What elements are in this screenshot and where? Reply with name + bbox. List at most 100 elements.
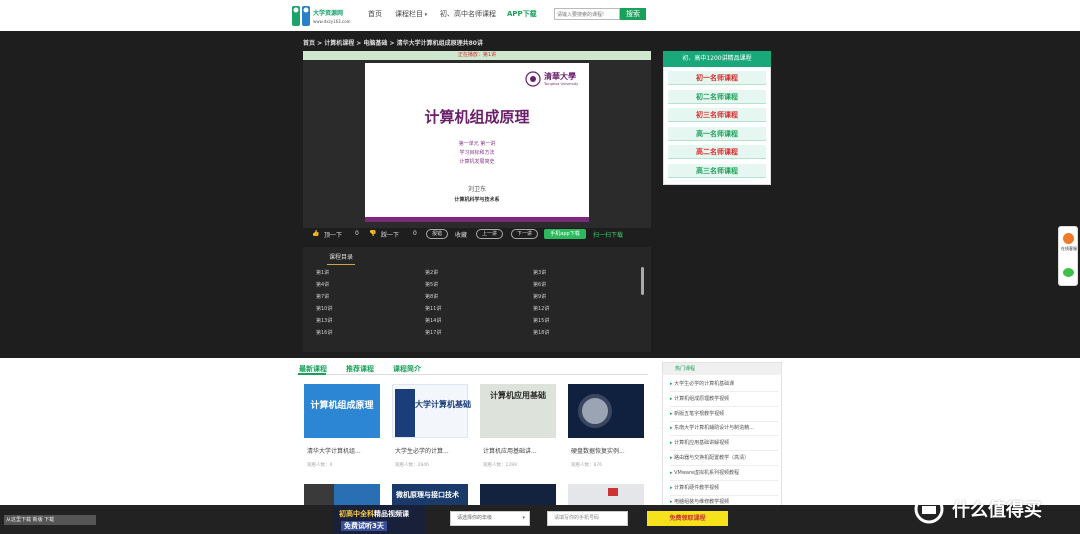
- course-title[interactable]: 大学生必学的计算...: [395, 446, 468, 455]
- course-card[interactable]: 计算机组成原理 清华大学计算机组... 观看人数：0: [304, 384, 380, 474]
- lesson-item[interactable]: 第17讲: [425, 329, 441, 336]
- k12-course-button[interactable]: 初一名师课程: [668, 71, 766, 85]
- slide-line-1: 第一单元 第一讲: [458, 141, 496, 147]
- lesson-item[interactable]: 第2讲: [425, 269, 438, 276]
- nav-columns[interactable]: 课程栏目 ▾: [395, 9, 427, 19]
- hot-course-title[interactable]: 路由器与交换机配置教学（高清）: [674, 455, 749, 461]
- tab-recommended[interactable]: 推荐课程: [346, 364, 374, 374]
- course-title[interactable]: 清华大学计算机组...: [307, 446, 380, 455]
- lesson-item[interactable]: 第15讲: [533, 317, 549, 324]
- hot-course-title[interactable]: 新版五笔字根教学视频: [674, 411, 724, 417]
- course-thumbnail: 大学计算机基础: [392, 384, 471, 438]
- hot-course-title[interactable]: 东南大学计算机辅助设计与制造精...: [674, 425, 754, 431]
- claim-course-button[interactable]: 免费领取课程: [647, 511, 728, 526]
- prev-lesson-button[interactable]: 上一讲: [476, 229, 503, 239]
- hot-course-title[interactable]: 大学生必学的计算机基础课: [674, 381, 734, 387]
- course-card[interactable]: 计算机应用基础 计算机应用基础讲... 观看人数：1289: [480, 384, 556, 474]
- course-card[interactable]: [568, 484, 644, 506]
- lesson-item[interactable]: 第7讲: [316, 293, 329, 300]
- logo-title: 大学资源网: [313, 10, 344, 17]
- k12-course-button[interactable]: 初三名师课程: [668, 108, 766, 123]
- hot-course-item[interactable]: ▸ 计算机组成原理教学视频: [670, 393, 778, 407]
- promo-line-1: 初高中全科精品视频课: [339, 509, 409, 519]
- lesson-item[interactable]: 第12讲: [533, 305, 549, 312]
- lesson-item[interactable]: 第8讲: [425, 293, 438, 300]
- search-input[interactable]: 请输入要搜索的课程!: [554, 8, 620, 20]
- course-card[interactable]: 硬盘数据恢复实例... 观看人数：876: [568, 384, 644, 474]
- tab-intro[interactable]: 课程简介: [393, 364, 421, 374]
- now-playing-bar: 正在播放：第1讲: [303, 51, 651, 60]
- course-title[interactable]: 计算机应用基础讲...: [483, 446, 556, 455]
- course-views: 观看人数：0: [307, 463, 333, 468]
- k12-course-button[interactable]: 高三名师课程: [668, 164, 766, 178]
- slide-logo-text: 清華大學: [544, 72, 576, 81]
- tab-active-indicator: [298, 373, 326, 375]
- wechat-icon[interactable]: [1063, 268, 1074, 277]
- nav-k12[interactable]: 初、高中名师课程: [440, 9, 496, 19]
- thumb-text: 计算机组成原理: [310, 401, 374, 411]
- promo-banner[interactable]: 初高中全科精品视频课 免费试听3天: [333, 505, 425, 534]
- promo-highlight: 初高中全科: [339, 510, 374, 518]
- hot-course-item[interactable]: ▸ 计算机应用基础讲解视频: [670, 437, 778, 452]
- course-card[interactable]: 微机原理与接口技术: [392, 484, 468, 506]
- next-lesson-button[interactable]: 下一讲: [511, 229, 538, 239]
- scan-download-link[interactable]: 扫一扫下载: [593, 230, 623, 239]
- app-download-button[interactable]: 手机app下载: [544, 229, 586, 239]
- bottom-left-download[interactable]: 从这里下载 新版 下载: [4, 515, 96, 525]
- chat-icon[interactable]: [1063, 233, 1074, 244]
- course-card[interactable]: [480, 484, 556, 506]
- k12-course-button[interactable]: 初二名师课程: [668, 89, 766, 104]
- hot-course-item[interactable]: ▸ 大学生必学的计算机基础课: [670, 378, 778, 392]
- k12-course-button[interactable]: 高一名师课程: [668, 126, 766, 141]
- hot-course-title[interactable]: 计算机应用基础讲解视频: [674, 440, 729, 446]
- lesson-item[interactable]: 第9讲: [533, 293, 546, 300]
- lesson-item[interactable]: 第3讲: [533, 269, 546, 276]
- hot-course-item[interactable]: ▸ 新版五笔字根教学视频: [670, 408, 778, 422]
- lesson-item[interactable]: 第5讲: [425, 281, 438, 288]
- catalog-scrollbar[interactable]: [641, 267, 644, 295]
- phone-input[interactable]: 请填写你的手机号码: [547, 511, 628, 526]
- hot-course-item[interactable]: ▸ VMware虚拟机系列视频教程: [670, 467, 778, 481]
- course-title[interactable]: 硬盘数据恢复实例...: [571, 446, 644, 455]
- logo-url: www.dxzy163.com: [313, 19, 351, 24]
- hard-disk-icon: [578, 394, 612, 428]
- promo-suffix: 精品视频课: [374, 510, 409, 518]
- nav-home[interactable]: 首页: [368, 9, 382, 19]
- report-button[interactable]: 报错: [426, 229, 448, 239]
- slide-line-2: 学习目标和方法: [459, 150, 495, 156]
- nav-app-download[interactable]: APP下载: [507, 9, 537, 19]
- hot-course-item[interactable]: ▸ 东南大学计算机辅助设计与制造精...: [670, 422, 778, 437]
- like-label[interactable]: 顶一下: [324, 230, 342, 239]
- hot-course-title[interactable]: 计算机硬件教学视频: [674, 485, 719, 491]
- lesson-item[interactable]: 第1讲: [316, 269, 329, 276]
- thumbs-down-icon[interactable]: 👎: [369, 230, 376, 237]
- course-card[interactable]: 大学计算机基础 大学生必学的计算... 观看人数：2846: [392, 384, 471, 474]
- slide-logo-sub: Tsinghua University: [544, 82, 579, 86]
- course-card[interactable]: [304, 484, 380, 506]
- dislike-count: 0: [413, 230, 417, 237]
- hot-course-title[interactable]: VMware虚拟机系列视频教程: [674, 470, 739, 476]
- dislike-label[interactable]: 踩一下: [381, 230, 399, 239]
- favorite-button[interactable]: 收藏: [455, 230, 467, 239]
- course-views: 观看人数：876: [571, 463, 603, 468]
- lesson-item[interactable]: 第10讲: [316, 305, 332, 312]
- site-logo[interactable]: 大学资源网 www.dxzy163.com: [291, 3, 361, 29]
- k12-course-button[interactable]: 高二名师课程: [668, 145, 766, 160]
- slide-author: 刘卫东: [467, 186, 486, 193]
- hot-course-item[interactable]: ▸ 计算机硬件教学视频: [670, 482, 778, 496]
- slide-footer-bar: [365, 217, 589, 222]
- lesson-item[interactable]: 第18讲: [533, 329, 549, 336]
- hot-course-item[interactable]: ▸ 路由器与交换机配置教学（高清）: [670, 452, 778, 466]
- lesson-item[interactable]: 第13讲: [316, 317, 332, 324]
- search-button[interactable]: 搜索: [620, 8, 646, 20]
- lesson-item[interactable]: 第11讲: [425, 305, 441, 312]
- lesson-item[interactable]: 第16讲: [316, 329, 332, 336]
- lesson-item[interactable]: 第14讲: [425, 317, 441, 324]
- thumbs-up-icon[interactable]: 👍: [312, 230, 319, 237]
- online-service-label[interactable]: 在线客服: [1060, 246, 1078, 251]
- lesson-item[interactable]: 第6讲: [533, 281, 546, 288]
- lesson-item[interactable]: 第4讲: [316, 281, 329, 288]
- hot-course-title[interactable]: 计算机组成原理教学视频: [674, 396, 729, 402]
- thumb-text: 计算机应用基础: [490, 391, 546, 400]
- grade-select[interactable]: 请选择你的年级 ▾: [450, 511, 530, 526]
